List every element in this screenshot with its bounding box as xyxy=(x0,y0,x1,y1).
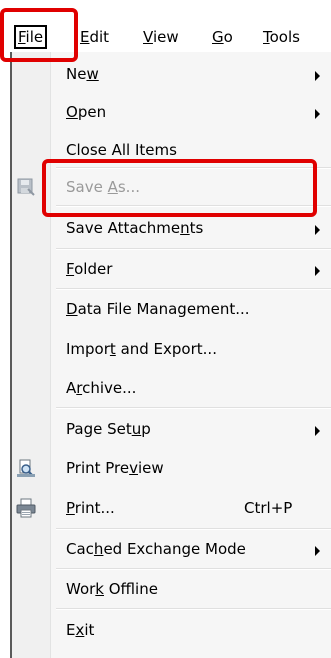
menu-item-folder[interactable]: Folder xyxy=(12,251,331,287)
menu-item-label: Data File Management... xyxy=(66,300,250,318)
menu-item-label: Open xyxy=(66,103,107,121)
menu-item-label: Page Setup xyxy=(66,420,151,438)
save-as-icon xyxy=(17,178,35,196)
menu-item-label: Work Offline xyxy=(66,580,158,598)
menu-item-label: Cached Exchange Mode xyxy=(66,540,246,558)
menu-item-open[interactable]: Open xyxy=(12,94,331,130)
menu-item-page-setup[interactable]: Page Setup xyxy=(12,411,331,447)
menu-edit[interactable]: Edit xyxy=(80,27,109,47)
menu-item-exit[interactable]: Exit xyxy=(12,612,331,648)
submenu-arrow-icon xyxy=(315,266,320,276)
menu-separator xyxy=(56,568,331,570)
menu-separator xyxy=(56,248,331,250)
menu-item-import-and-export[interactable]: Import and Export... xyxy=(12,331,331,367)
menu-separator xyxy=(56,528,331,530)
menu-item-label: New xyxy=(66,65,99,83)
menu-item-label: Save As... xyxy=(66,178,140,196)
menu-item-save-attachments[interactable]: Save Attachments xyxy=(12,210,331,246)
menu-tools[interactable]: Tools xyxy=(263,27,300,47)
menu-item-cached-exchange-mode[interactable]: Cached Exchange Mode xyxy=(12,531,331,567)
menu-item-label: Import and Export... xyxy=(66,340,217,358)
menu-item-data-file-management[interactable]: Data File Management... xyxy=(12,291,331,327)
submenu-arrow-icon xyxy=(315,109,320,119)
menu-separator xyxy=(56,205,331,207)
outlook-file-menu-screenshot: File Edit View Go Tools New Open Close A… xyxy=(0,0,331,658)
print-preview-icon xyxy=(17,459,35,477)
menu-item-new[interactable]: New xyxy=(12,56,331,92)
menu-bar: File Edit View Go Tools xyxy=(0,0,331,52)
menu-item-close-all-items[interactable]: Close All Items xyxy=(12,132,331,168)
menu-file[interactable]: File xyxy=(14,25,48,49)
menu-item-label: Print Preview xyxy=(66,459,164,477)
submenu-arrow-icon xyxy=(315,71,320,81)
menu-separator xyxy=(56,288,331,290)
menu-item-save-as[interactable]: Save As... xyxy=(12,169,331,205)
file-dropdown-menu: New Open Close All Items Save As... Save… xyxy=(10,52,331,658)
menu-go[interactable]: Go xyxy=(212,27,233,47)
printer-icon xyxy=(16,498,36,518)
menu-separator xyxy=(56,608,331,610)
submenu-arrow-icon xyxy=(315,426,320,436)
menu-item-label: Exit xyxy=(66,621,95,639)
menu-item-archive[interactable]: Archive... xyxy=(12,370,331,406)
menu-item-print-preview[interactable]: Print Preview xyxy=(12,450,331,486)
menu-item-label: Save Attachments xyxy=(66,219,204,237)
menu-item-label: Folder xyxy=(66,260,113,278)
menu-view[interactable]: View xyxy=(143,27,179,47)
menu-item-work-offline[interactable]: Work Offline xyxy=(12,571,331,607)
menu-item-print[interactable]: Print... Ctrl+P xyxy=(12,490,331,526)
menu-separator xyxy=(56,407,331,409)
menu-item-label: Close All Items xyxy=(66,141,177,159)
menu-item-label: Print... xyxy=(66,499,115,517)
submenu-arrow-icon xyxy=(315,225,320,235)
menu-item-label: Archive... xyxy=(66,379,137,397)
submenu-arrow-icon xyxy=(315,546,320,556)
print-shortcut: Ctrl+P xyxy=(244,499,293,517)
